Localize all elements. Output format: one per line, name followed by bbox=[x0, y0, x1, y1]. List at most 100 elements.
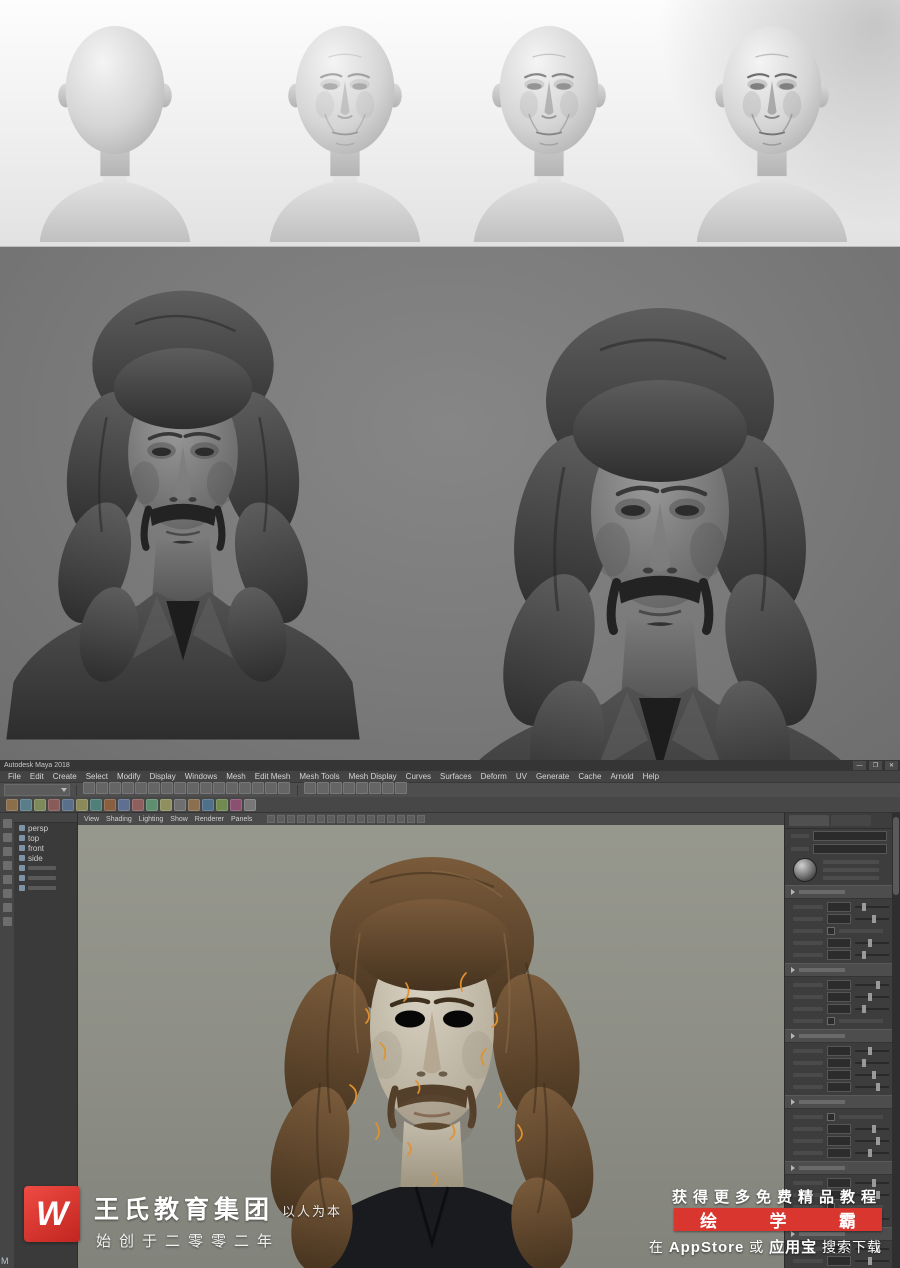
panel-menu-item[interactable]: View bbox=[84, 816, 99, 823]
outliner-node[interactable] bbox=[14, 873, 77, 883]
menu-item[interactable]: Mesh Display bbox=[349, 772, 397, 781]
slider-handle[interactable] bbox=[867, 1047, 872, 1055]
window-title-bar[interactable]: Autodesk Maya 2018 — ❐ ✕ bbox=[0, 760, 900, 771]
menu-item[interactable]: Edit Mesh bbox=[255, 772, 291, 781]
panel-toolbar-icon[interactable] bbox=[347, 815, 356, 823]
menu-item[interactable]: Curves bbox=[406, 772, 431, 781]
status-icon[interactable] bbox=[239, 782, 251, 794]
menu-item[interactable]: Display bbox=[150, 772, 176, 781]
value-field[interactable] bbox=[827, 1082, 851, 1092]
shelf-icon[interactable] bbox=[90, 798, 102, 811]
slider-handle[interactable] bbox=[862, 1005, 867, 1013]
menu-item[interactable]: Arnold bbox=[610, 772, 633, 781]
panel-toolbar-icon[interactable] bbox=[287, 815, 296, 823]
menu-set-dropdown[interactable] bbox=[4, 784, 70, 796]
shelf-icon[interactable] bbox=[62, 798, 74, 811]
panel-toolbar-icon[interactable] bbox=[417, 815, 426, 823]
outliner-item-side[interactable]: side bbox=[14, 853, 77, 863]
maximize-button[interactable]: ❐ bbox=[869, 761, 882, 770]
menu-item[interactable]: File bbox=[8, 772, 21, 781]
value-field[interactable] bbox=[827, 1136, 851, 1146]
panel-menu-item[interactable]: Lighting bbox=[139, 816, 164, 823]
status-icon[interactable] bbox=[83, 782, 95, 794]
panel-toolbar-icon[interactable] bbox=[297, 815, 306, 823]
attribute-tab[interactable] bbox=[789, 815, 829, 826]
status-icon[interactable] bbox=[161, 782, 173, 794]
shelf-icon[interactable] bbox=[188, 798, 200, 811]
slider-handle[interactable] bbox=[867, 939, 872, 947]
menu-item[interactable]: Cache bbox=[578, 772, 601, 781]
status-icon[interactable] bbox=[148, 782, 160, 794]
shelf-icon[interactable] bbox=[202, 798, 214, 811]
menu-item[interactable]: Windows bbox=[185, 772, 217, 781]
slider[interactable] bbox=[855, 1137, 889, 1145]
value-field[interactable] bbox=[827, 1124, 851, 1134]
shelf-icon[interactable] bbox=[104, 798, 116, 811]
value-field[interactable] bbox=[827, 1058, 851, 1068]
menu-item[interactable]: Mesh bbox=[226, 772, 246, 781]
menu-item[interactable]: Edit bbox=[30, 772, 44, 781]
slider[interactable] bbox=[855, 1047, 889, 1055]
attribute-section-header[interactable] bbox=[785, 963, 893, 977]
snap-icon[interactable] bbox=[317, 782, 329, 794]
select-tool-icon[interactable] bbox=[2, 819, 12, 828]
checkbox[interactable] bbox=[827, 927, 835, 935]
value-field[interactable] bbox=[827, 1046, 851, 1056]
slider[interactable] bbox=[855, 903, 889, 911]
panel-toolbar-icon[interactable] bbox=[407, 815, 416, 823]
value-field[interactable] bbox=[827, 980, 851, 990]
menu-item[interactable]: Modify bbox=[117, 772, 141, 781]
panel-menu-item[interactable]: Renderer bbox=[195, 816, 224, 823]
layout-four-view-icon[interactable] bbox=[2, 917, 12, 926]
snap-icon[interactable] bbox=[343, 782, 355, 794]
panel-toolbar-icon[interactable] bbox=[397, 815, 406, 823]
slider-handle[interactable] bbox=[862, 951, 867, 959]
checkbox[interactable] bbox=[827, 1017, 835, 1025]
attribute-section-header[interactable] bbox=[785, 1161, 893, 1175]
attribute-tab[interactable] bbox=[831, 815, 871, 826]
slider-handle[interactable] bbox=[867, 993, 872, 1001]
paint-select-tool-icon[interactable] bbox=[2, 847, 12, 856]
move-tool-icon[interactable] bbox=[2, 861, 12, 870]
status-icon[interactable] bbox=[213, 782, 225, 794]
panel-toolbar-icon[interactable] bbox=[367, 815, 376, 823]
slider[interactable] bbox=[855, 1071, 889, 1079]
panel-toolbar-icon[interactable] bbox=[357, 815, 366, 823]
slider[interactable] bbox=[855, 951, 889, 959]
close-button[interactable]: ✕ bbox=[885, 761, 898, 770]
layout-single-icon[interactable] bbox=[2, 903, 12, 912]
menu-item[interactable]: Generate bbox=[536, 772, 569, 781]
node-name-field[interactable] bbox=[813, 830, 887, 841]
panel-toolbar-icon[interactable] bbox=[327, 815, 336, 823]
menu-item[interactable]: Deform bbox=[481, 772, 507, 781]
status-icon[interactable] bbox=[265, 782, 277, 794]
status-icon[interactable] bbox=[109, 782, 121, 794]
slider-handle[interactable] bbox=[867, 1149, 872, 1157]
status-icon[interactable] bbox=[122, 782, 134, 794]
slider-handle[interactable] bbox=[862, 1059, 867, 1067]
status-icon[interactable] bbox=[135, 782, 147, 794]
slider[interactable] bbox=[855, 1059, 889, 1067]
value-field[interactable] bbox=[827, 938, 851, 948]
shelf-icon[interactable] bbox=[6, 798, 18, 811]
panel-toolbar-icon[interactable] bbox=[387, 815, 396, 823]
panel-toolbar-icon[interactable] bbox=[307, 815, 316, 823]
attribute-editor-scrollbar[interactable] bbox=[892, 813, 900, 1268]
slider-handle[interactable] bbox=[876, 1137, 881, 1145]
panel-toolbar-icon[interactable] bbox=[377, 815, 386, 823]
value-field[interactable] bbox=[827, 902, 851, 912]
value-field[interactable] bbox=[827, 914, 851, 924]
status-icon[interactable] bbox=[174, 782, 186, 794]
menu-item[interactable]: Surfaces bbox=[440, 772, 472, 781]
scrollbar-thumb[interactable] bbox=[893, 817, 899, 895]
snap-icon[interactable] bbox=[356, 782, 368, 794]
shelf-icon[interactable] bbox=[20, 798, 32, 811]
huixueba-badge[interactable]: 绘 学 霸 bbox=[674, 1208, 882, 1231]
snap-icon[interactable] bbox=[369, 782, 381, 794]
slider-handle[interactable] bbox=[872, 1125, 876, 1133]
slider-handle[interactable] bbox=[876, 1083, 881, 1091]
attribute-section-header[interactable] bbox=[785, 885, 893, 899]
slider[interactable] bbox=[855, 993, 889, 1001]
scale-tool-icon[interactable] bbox=[2, 889, 12, 898]
menu-item[interactable]: Create bbox=[53, 772, 77, 781]
